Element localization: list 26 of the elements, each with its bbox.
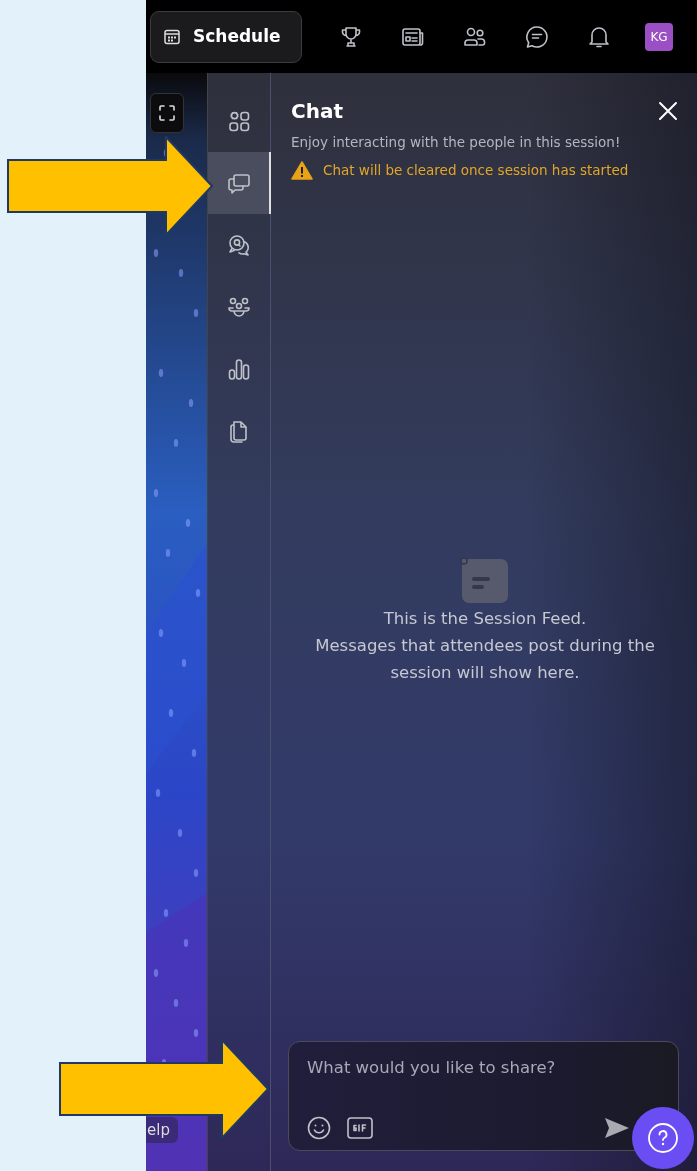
send-icon[interactable] [604,1116,630,1140]
close-icon [658,100,678,121]
avatar[interactable]: KG [645,22,673,51]
empty-state-title: This is the Session Feed. [382,608,588,631]
qa-bubbles-icon [226,233,251,257]
panel-title: Chat [291,98,343,124]
fullscreen-button[interactable] [150,93,184,133]
help-button[interactable]: elp [146,1117,178,1143]
warning-message: Chat will be cleared once session has started [323,161,629,181]
expand-icon [158,104,176,122]
group-icon [226,295,251,319]
message-input[interactable]: What would you like to share? [307,1056,658,1081]
schedule-button[interactable]: Schedule [150,10,302,63]
rail-tab[interactable] [208,152,271,214]
gif-icon[interactable] [347,1117,373,1139]
chat-bubbles-icon [226,171,251,195]
feed-icon [460,555,510,606]
chat-bubble-icon[interactable] [524,23,550,50]
smiley-icon[interactable] [307,1116,331,1140]
apps-icon [226,109,251,133]
bar-chart-icon [226,357,251,381]
question-icon [647,1122,679,1154]
warning-icon [291,160,313,180]
panel-subtitle: Enjoy interacting with the people in this session! [291,133,622,152]
calendar-icon [163,27,181,46]
empty-state-message: Messages that attendees post during the session will show here. [314,635,656,685]
